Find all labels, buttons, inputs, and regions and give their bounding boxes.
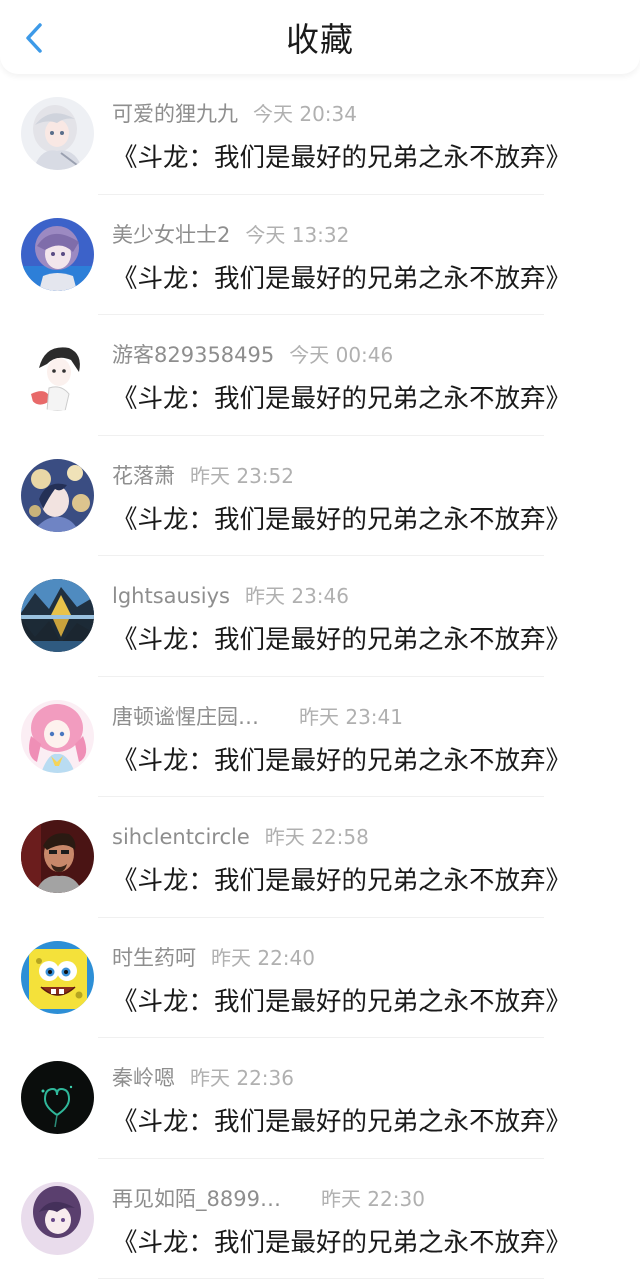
item-title[interactable]: 《斗龙：我们是最好的兄弟之永不放弃》 [112,502,571,538]
anime-girl-white-hair-avatar [21,97,94,170]
item-title[interactable]: 《斗龙：我们是最好的兄弟之永不放弃》 [112,622,571,658]
timestamp: 今天 20:34 [253,102,357,126]
timestamp: 昨天 22:30 [321,1187,425,1211]
item-meta: 可爱的狸九九今天 20:34 [112,99,357,129]
list-item[interactable]: 时生药呵昨天 22:40 《斗龙：我们是最好的兄弟之永不放弃》 [0,918,640,1039]
avatar[interactable] [21,97,94,170]
anime-girl-flowers-avatar [21,459,94,532]
username[interactable]: 唐顿谧惺庄园… [112,705,259,729]
item-title[interactable]: 《斗龙：我们是最好的兄弟之永不放弃》 [112,261,571,297]
username[interactable]: 游客829358495 [112,343,274,367]
item-title[interactable]: 《斗龙：我们是最好的兄弟之永不放弃》 [112,140,571,176]
list-item[interactable]: 可爱的狸九九今天 20:34 《斗龙：我们是最好的兄弟之永不放弃》 [0,74,640,195]
username[interactable]: lghtsausiys [112,584,230,608]
item-title[interactable]: 《斗龙：我们是最好的兄弟之永不放弃》 [112,1225,571,1261]
list-item[interactable]: 秦岭嗯昨天 22:36 《斗龙：我们是最好的兄弟之永不放弃》 [0,1038,640,1159]
timestamp: 昨天 22:36 [190,1066,294,1090]
anime-girl-dark-hair-avatar [21,1182,94,1255]
item-meta: lghtsausiys 昨天 23:46 [112,581,349,611]
list-item[interactable]: 美少女壮士2 今天 13:32 《斗龙：我们是最好的兄弟之永不放弃》 [0,195,640,316]
item-meta: 秦岭嗯昨天 22:36 [112,1063,294,1093]
page-title: 收藏 [0,0,640,80]
username[interactable]: 美少女壮士2 [112,223,230,247]
anime-pink-hair-avatar [21,700,94,773]
mountain-lake-avatar [21,579,94,652]
timestamp: 昨天 23:41 [299,705,403,729]
item-meta: 时生药呵昨天 22:40 [112,943,315,973]
item-meta: 唐顿谧惺庄园… 昨天 23:41 [112,702,403,732]
list-item[interactable]: lghtsausiys 昨天 23:46 《斗龙：我们是最好的兄弟之永不放弃》 [0,556,640,677]
man-portrait-avatar [21,820,94,893]
list-item[interactable]: 花落萧昨天 23:52 《斗龙：我们是最好的兄弟之永不放弃》 [0,436,640,557]
timestamp: 昨天 22:58 [265,825,369,849]
timestamp: 今天 00:46 [289,343,393,367]
item-title[interactable]: 《斗龙：我们是最好的兄弟之永不放弃》 [112,743,571,779]
timestamp: 昨天 22:40 [211,946,315,970]
list-item[interactable]: sihclentcircle 昨天 22:58 《斗龙：我们是最好的兄弟之永不放弃… [0,797,640,918]
avatar[interactable] [21,459,94,532]
item-meta: sihclentcircle 昨天 22:58 [112,822,369,852]
item-title[interactable]: 《斗龙：我们是最好的兄弟之永不放弃》 [112,863,571,899]
avatar[interactable] [21,338,94,411]
avatar[interactable] [21,1061,94,1134]
list-item[interactable]: 唐顿谧惺庄园… 昨天 23:41 《斗龙：我们是最好的兄弟之永不放弃》 [0,677,640,798]
username[interactable]: 可爱的狸九九 [112,102,238,126]
top-bar: 收藏 [0,0,640,74]
avatar[interactable] [21,820,94,893]
timestamp: 今天 13:32 [245,223,349,247]
username[interactable]: 再见如陌_8899… [112,1187,281,1211]
item-meta: 美少女壮士2 今天 13:32 [112,220,349,250]
anime-girl-sketch-avatar [21,338,94,411]
item-meta: 游客829358495 今天 00:46 [112,340,393,370]
avatar[interactable] [21,579,94,652]
list-item[interactable]: 游客829358495 今天 00:46 《斗龙：我们是最好的兄弟之永不放弃》 [0,315,640,436]
spongebob-avatar [21,941,94,1014]
item-title[interactable]: 《斗龙：我们是最好的兄弟之永不放弃》 [112,381,571,417]
username[interactable]: 时生药呵 [112,946,196,970]
avatar[interactable] [21,1182,94,1255]
username[interactable]: 秦岭嗯 [112,1066,175,1090]
item-title[interactable]: 《斗龙：我们是最好的兄弟之永不放弃》 [112,984,571,1020]
avatar[interactable] [21,941,94,1014]
avatar[interactable] [21,218,94,291]
avatar[interactable] [21,700,94,773]
username[interactable]: 花落萧 [112,464,175,488]
username[interactable]: sihclentcircle [112,825,250,849]
timestamp: 昨天 23:52 [190,464,294,488]
item-meta: 花落萧昨天 23:52 [112,461,294,491]
timestamp: 昨天 23:46 [245,584,349,608]
item-meta: 再见如陌_8899… 昨天 22:30 [112,1184,425,1214]
favorites-list: 可爱的狸九九今天 20:34 《斗龙：我们是最好的兄弟之永不放弃》 美少女壮士2… [0,74,640,1279]
list-item[interactable]: 再见如陌_8899… 昨天 22:30 《斗龙：我们是最好的兄弟之永不放弃》 [0,1159,640,1279]
anime-boy-purple-hair-avatar [21,218,94,291]
item-title[interactable]: 《斗龙：我们是最好的兄弟之永不放弃》 [112,1104,571,1140]
dark-glow-avatar [21,1061,94,1134]
